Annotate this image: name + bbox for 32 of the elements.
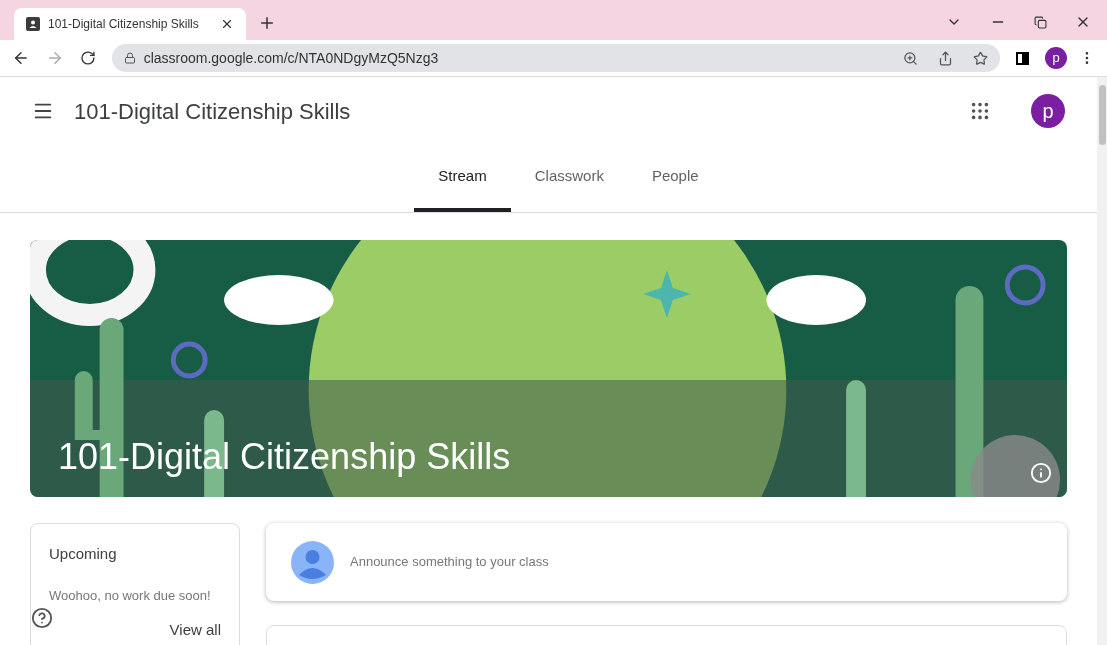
apps-icon[interactable] (969, 100, 991, 122)
help-icon[interactable] (31, 607, 53, 629)
user-avatar[interactable]: p (1031, 94, 1065, 128)
url-text: classroom.google.com/c/NTA0NDgyMzQ5Nzg3 (143, 48, 440, 68)
zoom-icon[interactable] (903, 50, 919, 66)
close-icon[interactable] (220, 17, 234, 31)
nav-tab[interactable]: People (627, 145, 723, 212)
nav-tab[interactable]: Stream (414, 145, 511, 212)
side-panel-icon[interactable] (1016, 51, 1030, 65)
nav-tab[interactable]: Classwork (510, 145, 628, 212)
classroom-icon (26, 17, 40, 31)
info-icon[interactable] (1030, 462, 1052, 484)
address-bar[interactable]: classroom.google.com/c/NTA0NDgyMzQ5Nzg3 (111, 44, 1001, 72)
lock-icon (123, 52, 136, 64)
upcoming-message: Woohoo, no work due soon! (49, 586, 212, 605)
view-all-link[interactable]: View all (169, 619, 221, 642)
announce-card[interactable]: Announce something to your class (266, 523, 1067, 601)
upcoming-title: Upcoming (49, 544, 118, 564)
browser-tab[interactable]: 101-Digital Citizenship Skills (14, 8, 246, 40)
banner-title: 101-Digital Citizenship Skills (58, 435, 511, 479)
class-title: 101-Digital Citizenship Skills (74, 97, 352, 126)
scrollbar-thumb[interactable] (1098, 85, 1106, 145)
reload-icon[interactable] (79, 50, 96, 66)
person-icon (291, 540, 334, 584)
restore-icon[interactable] (1034, 15, 1047, 29)
star-icon[interactable] (973, 50, 989, 66)
new-tab-icon[interactable] (258, 14, 276, 32)
share-icon[interactable] (938, 50, 954, 66)
tab-title: 101-Digital Citizenship Skills (48, 16, 200, 33)
back-icon[interactable] (12, 49, 30, 67)
announce-field[interactable]: Announce something to your class (350, 552, 549, 572)
profile-avatar[interactable]: p (1045, 47, 1068, 69)
